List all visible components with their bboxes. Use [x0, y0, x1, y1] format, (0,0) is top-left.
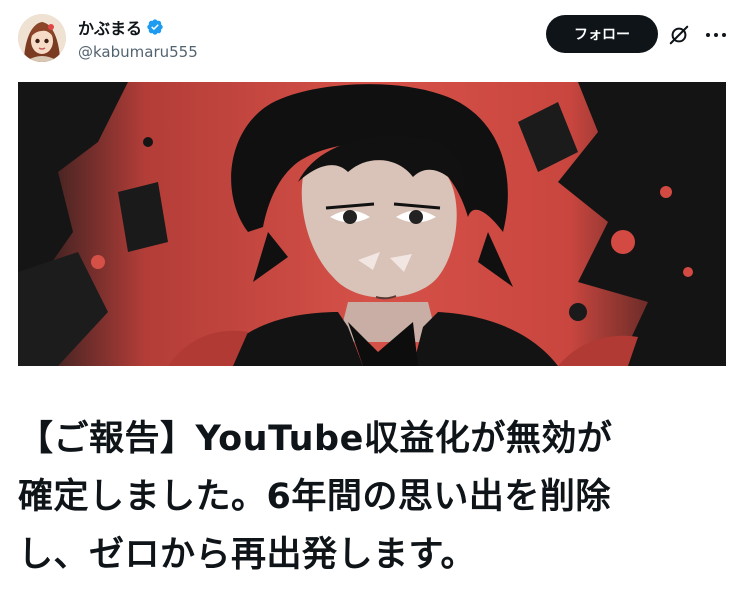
display-name[interactable]: かぶまる [78, 15, 142, 39]
tweet-header: かぶまる @kabumaru555 フォロー [0, 0, 749, 82]
follow-button[interactable]: フォロー [546, 15, 658, 53]
more-icon[interactable] [703, 22, 729, 48]
tweet-text: 【ご報告】YouTube収益化が無効が 確定しました。6年間の思い出を削除 し、… [18, 410, 738, 584]
user-handle[interactable]: @kabumaru555 [78, 43, 198, 61]
tweet-text-line-2: 確定しました。6年間の思い出を削除 [18, 477, 611, 517]
anime-illustration [18, 82, 726, 366]
avatar-image [18, 14, 66, 62]
user-info: かぶまる @kabumaru555 [78, 16, 198, 61]
verified-badge-icon[interactable] [146, 18, 164, 36]
avatar[interactable] [18, 14, 66, 62]
tweet-text-line-3: し、ゼロから再出発します。 [18, 535, 477, 575]
tweet-media-image[interactable] [18, 82, 726, 366]
tweet-text-line-1: 【ご報告】YouTube収益化が無効が [18, 419, 613, 459]
slash-circle-icon[interactable] [668, 24, 690, 46]
name-row: かぶまる [78, 16, 198, 38]
